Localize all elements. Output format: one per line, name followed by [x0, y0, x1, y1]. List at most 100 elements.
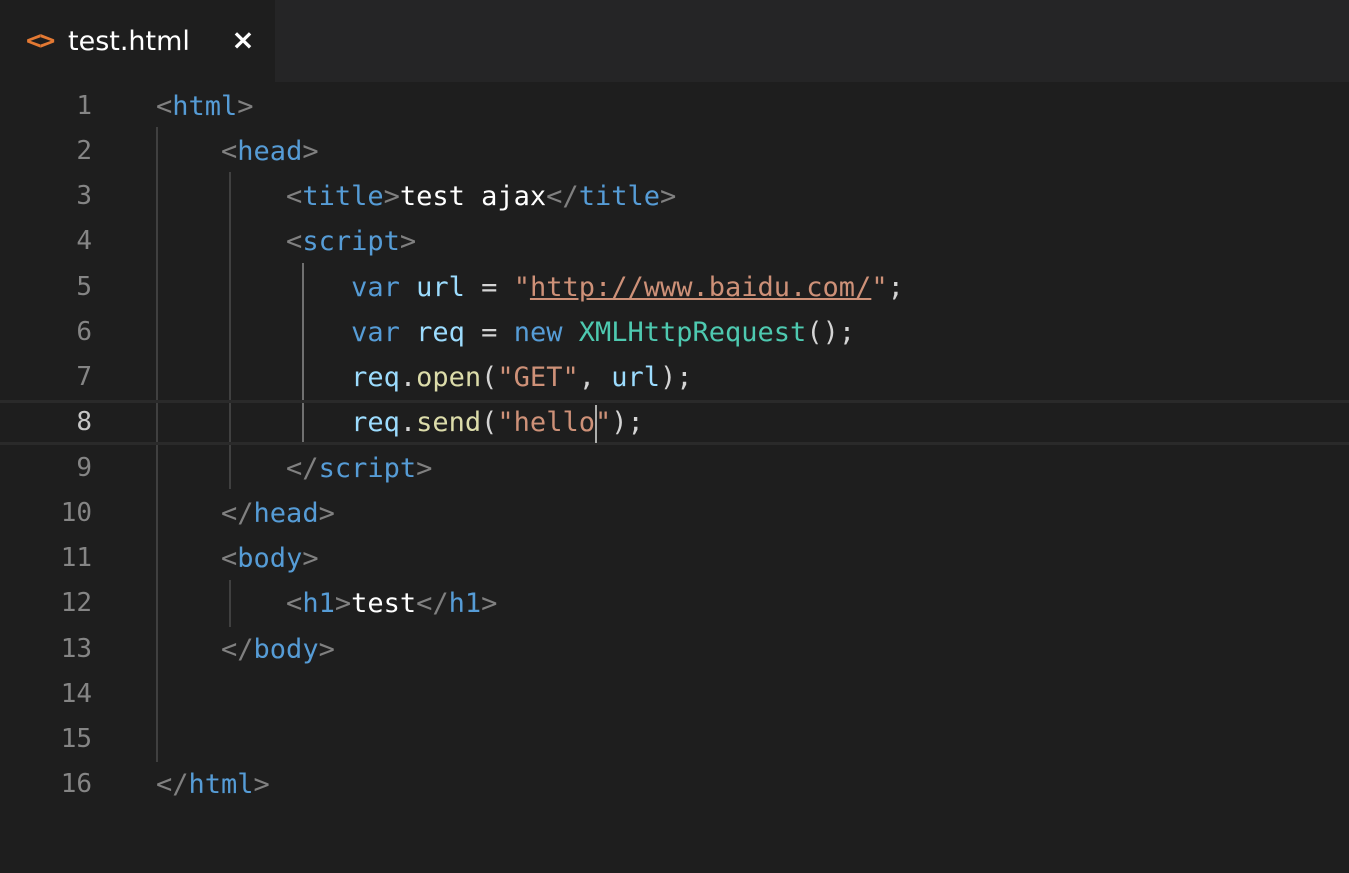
token-tag: body [253, 634, 319, 665]
token-variable: req [416, 317, 465, 348]
token-bracket: </ [221, 498, 254, 529]
token-variable: req [351, 362, 400, 393]
token-bracket: < [286, 588, 303, 619]
code-text[interactable]: <head> [156, 129, 319, 174]
code-line-12: 12 <h1>test</h1> [0, 581, 1349, 626]
line-number: 3 [76, 181, 92, 211]
code-line-11: 11 <body> [0, 536, 1349, 581]
token-bracket: < [286, 181, 303, 212]
line-number: 10 [60, 498, 92, 528]
token-tag: script [302, 226, 400, 257]
line-number: 14 [60, 679, 92, 709]
token-tag: body [237, 543, 303, 574]
code-line-8-current: 8 req.send("hello"); [0, 400, 1349, 445]
token-variable: url [611, 362, 660, 393]
token-url-link[interactable]: http://www.baidu.com/ [530, 272, 871, 303]
token-string-quote: " [513, 272, 530, 303]
tab-test-html[interactable]: <> test.html × [0, 0, 275, 82]
token-tag: html [172, 91, 238, 122]
line-number: 8 [76, 407, 92, 437]
token-punctuation: . [399, 407, 417, 438]
code-text[interactable]: req.send("hello"); [156, 400, 644, 445]
token-bracket: > [302, 136, 319, 167]
token-tag: h1 [448, 588, 482, 619]
code-line-7: 7 req.open("GET", url); [0, 355, 1349, 400]
token-bracket: < [156, 91, 173, 122]
line-number: 1 [76, 91, 92, 121]
token-tag: title [578, 181, 660, 212]
token-bracket: </ [156, 769, 189, 800]
token-bracket: > [481, 588, 498, 619]
code-text[interactable]: var url = "http://www.baidu.com/"; [156, 265, 904, 310]
line-number: 2 [76, 136, 92, 166]
code-line-1: 1 <html> [0, 84, 1349, 129]
code-text[interactable]: req.open("GET", url); [156, 355, 693, 400]
code-text[interactable]: <html> [156, 84, 254, 129]
line-number: 7 [76, 362, 92, 392]
code-line-2: 2 <head> [0, 129, 1349, 174]
token-tag: head [253, 498, 319, 529]
code-line-4: 4 <script> [0, 219, 1349, 264]
token-keyword: var [351, 272, 400, 303]
token-text: test ajax [399, 181, 547, 212]
line-number: 5 [76, 272, 92, 302]
code-text[interactable]: <body> [156, 536, 319, 581]
token-tag: html [188, 769, 254, 800]
token-class: XMLHttpRequest [578, 317, 807, 348]
token-operator: = [464, 317, 514, 348]
token-tag: script [318, 453, 417, 484]
close-icon[interactable]: × [228, 24, 258, 56]
token-bracket: > [334, 588, 352, 619]
token-text: test [351, 588, 417, 619]
code-line-14: 14 [0, 672, 1349, 717]
token-punctuation: , [578, 362, 612, 393]
token-bracket: </ [221, 634, 254, 665]
token-bracket: > [318, 498, 335, 529]
token-bracket: > [399, 226, 417, 257]
token-keyword: new [513, 317, 563, 348]
line-number: 4 [76, 226, 92, 256]
token-punctuation: ; [887, 272, 904, 303]
token-bracket: </ [416, 588, 449, 619]
code-text[interactable]: var req = new XMLHttpRequest(); [156, 310, 855, 355]
line-number: 12 [60, 588, 92, 618]
token-bracket: < [221, 543, 238, 574]
line-number: 13 [60, 634, 92, 664]
editor-window: <> test.html × 1 <html> 2 <head> 3 <titl… [0, 0, 1349, 873]
token-variable: url [416, 272, 465, 303]
token-bracket: > [383, 181, 400, 212]
token-bracket: > [237, 91, 254, 122]
token-function: send [416, 407, 482, 438]
code-text[interactable]: </html> [156, 762, 270, 807]
html-file-icon: <> [26, 26, 55, 56]
code-line-13: 13 </body> [0, 627, 1349, 672]
tab-label: test.html [68, 26, 190, 57]
code-line-15: 15 [0, 717, 1349, 762]
code-text[interactable]: </body> [156, 627, 335, 672]
token-string-quote: " [594, 407, 612, 438]
code-text[interactable]: <h1>test</h1> [156, 581, 497, 626]
code-text[interactable]: </script> [156, 446, 432, 491]
token-bracket: > [318, 634, 335, 665]
token-tag: h1 [302, 588, 335, 619]
code-editor[interactable]: 1 <html> 2 <head> 3 <title>test ajax</ti… [0, 82, 1349, 873]
token-bracket: > [302, 543, 319, 574]
token-bracket: > [253, 769, 270, 800]
code-text[interactable]: </head> [156, 491, 335, 536]
token-punctuation: ); [660, 362, 693, 393]
token-variable: req [351, 407, 400, 438]
code-text[interactable]: <title>test ajax</title> [156, 174, 676, 219]
token-bracket: </ [286, 453, 319, 484]
line-number: 16 [60, 769, 92, 799]
token-bracket: < [221, 136, 238, 167]
token-operator: = [464, 272, 514, 303]
token-string: "GET" [497, 362, 579, 393]
tab-bar: <> test.html × [0, 0, 1349, 82]
code-text[interactable]: <script> [156, 219, 416, 264]
token-bracket: > [659, 181, 677, 212]
token-punctuation: (); [806, 317, 856, 348]
code-line-16: 16 </html> [0, 762, 1349, 807]
token-tag: head [237, 136, 303, 167]
token-string-quote: " [871, 272, 888, 303]
token-keyword: var [351, 317, 400, 348]
